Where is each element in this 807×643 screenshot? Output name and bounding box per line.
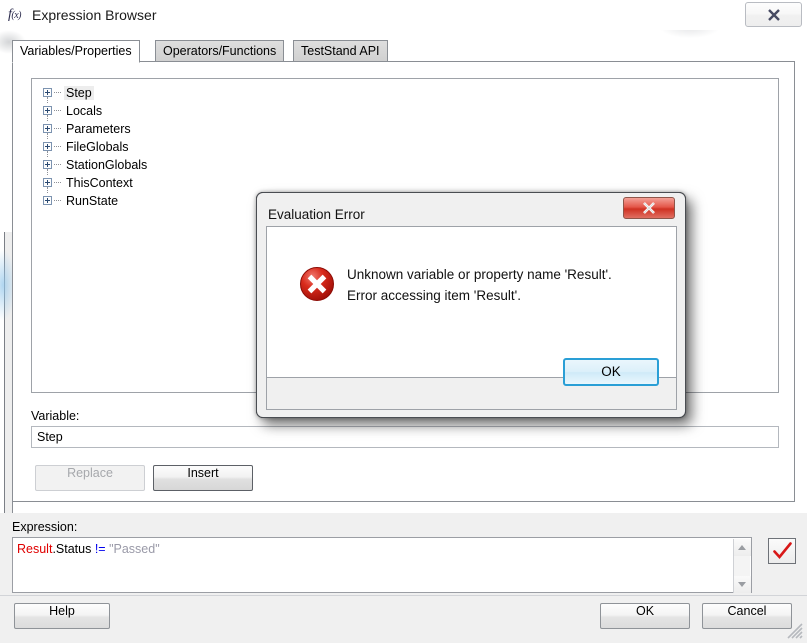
expression-token-string: "Passed"	[105, 542, 160, 556]
red-checkmark-icon	[773, 542, 792, 559]
plus-icon[interactable]	[43, 142, 52, 151]
expression-scrollbar[interactable]	[733, 539, 751, 593]
tree-connector	[54, 200, 61, 201]
tree-item-thiscontext[interactable]: ThisContext	[40, 174, 149, 193]
plus-icon[interactable]	[43, 160, 52, 169]
window-close-button[interactable]	[745, 2, 802, 27]
plus-icon[interactable]	[43, 196, 52, 205]
tree-connector	[54, 110, 61, 111]
tree-connector	[54, 164, 61, 165]
tab-strip: Variables/Properties Operators/Functions…	[12, 40, 795, 63]
plus-icon[interactable]	[43, 124, 52, 133]
triangle-up-icon[interactable]	[734, 539, 751, 556]
tab-operators-functions[interactable]: Operators/Functions	[155, 40, 285, 62]
error-message-line-1: Unknown variable or property name 'Resul…	[347, 267, 612, 282]
tab-teststand-api[interactable]: TestStand API	[293, 40, 388, 62]
expression-token-variable: Result	[17, 542, 53, 556]
expression-editor[interactable]: Result.Status != "Passed"	[12, 537, 752, 593]
error-message-line-2: Error accessing item 'Result'.	[347, 288, 521, 303]
tree-item-parameters[interactable]: Parameters	[40, 120, 149, 139]
window-titlebar: f(x) Expression Browser	[0, 0, 807, 30]
tree-item-step[interactable]: Step	[40, 84, 149, 103]
error-dialog-title: Evaluation Error	[268, 207, 365, 222]
variable-label: Variable:	[31, 409, 80, 423]
tree-connector	[54, 128, 61, 129]
error-dialog-close-button[interactable]	[623, 197, 675, 219]
close-x-icon	[767, 8, 780, 21]
tree-item-label: Locals	[66, 104, 103, 118]
tab-variables-properties[interactable]: Variables/Properties	[12, 40, 140, 63]
tree-item-label: RunState	[66, 194, 119, 208]
evaluate-expression-button[interactable]	[768, 538, 796, 564]
insert-button[interactable]: Insert	[153, 465, 253, 491]
tree-item-label: FileGlobals	[66, 140, 129, 154]
cancel-button[interactable]: Cancel	[702, 603, 792, 629]
tree-item-fileglobals[interactable]: FileGlobals	[40, 138, 149, 157]
replace-button[interactable]: Replace	[35, 465, 145, 491]
error-dialog: Evaluation Error Unknown variable or pro…	[256, 192, 686, 418]
error-circle-x-icon	[298, 265, 336, 303]
triangle-down-icon[interactable]	[734, 576, 751, 593]
expression-token-plain: .Status	[52, 542, 95, 556]
close-x-icon	[643, 202, 655, 214]
variable-input[interactable]	[31, 426, 779, 448]
plus-icon[interactable]	[43, 106, 52, 115]
help-button[interactable]: Help	[14, 603, 110, 629]
resize-grip-icon[interactable]	[786, 622, 804, 640]
plus-icon[interactable]	[43, 178, 52, 187]
expression-text: Result.Status != "Passed"	[17, 542, 160, 556]
fx-function-icon: f(x)	[8, 7, 21, 22]
tree-item-label: StationGlobals	[66, 158, 148, 172]
tree-item-stationglobals[interactable]: StationGlobals	[40, 156, 149, 175]
tree-item-runstate[interactable]: RunState	[40, 192, 149, 210]
tree-item-locals[interactable]: Locals	[40, 102, 149, 121]
tree-item-label: Parameters	[66, 122, 131, 136]
expression-label: Expression:	[12, 520, 78, 534]
error-dialog-message: Unknown variable or property name 'Resul…	[347, 264, 667, 306]
expression-token-operator: !=	[94, 542, 106, 556]
ok-button[interactable]: OK	[600, 603, 690, 629]
tree-connector	[54, 146, 61, 147]
variables-tree-root: Step Locals Parameters FileGlobals Stati…	[40, 84, 149, 210]
window-title: Expression Browser	[32, 7, 157, 23]
plus-icon[interactable]	[43, 88, 52, 97]
tree-connector	[54, 92, 61, 93]
error-dialog-body: Unknown variable or property name 'Resul…	[266, 226, 677, 378]
tree-item-label: Step	[64, 86, 94, 100]
tree-connector	[54, 182, 61, 183]
error-dialog-ok-button[interactable]: OK	[563, 358, 659, 386]
tree-item-label: ThisContext	[66, 176, 133, 190]
